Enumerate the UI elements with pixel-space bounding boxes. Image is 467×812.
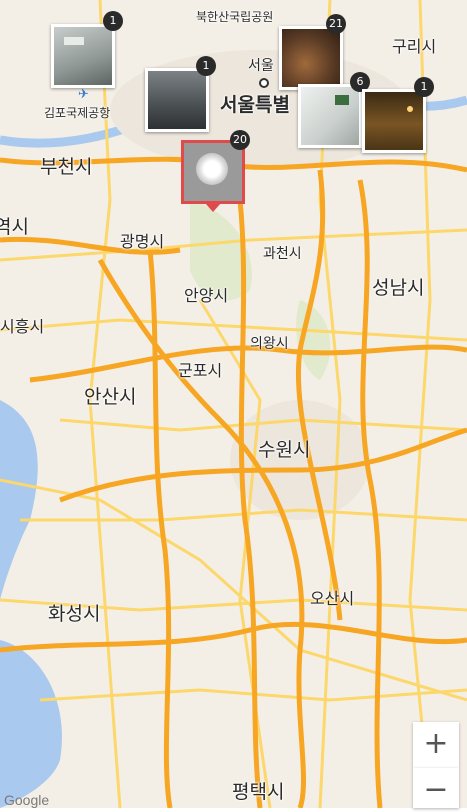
label-hwaseong: 화성시 bbox=[48, 603, 101, 625]
label-suwon: 수원시 bbox=[258, 439, 311, 461]
photo-marker-gimpo[interactable] bbox=[51, 24, 115, 88]
label-gimpo-airport: 김포국제공항 bbox=[44, 106, 111, 120]
label-seongnam: 성남시 bbox=[372, 277, 425, 299]
label-anyang: 안양시 bbox=[184, 286, 229, 305]
label-seoul-small: 서울 bbox=[248, 58, 274, 74]
label-gwacheon: 과천시 bbox=[263, 246, 302, 262]
google-logo: Google bbox=[4, 792, 50, 808]
photo-thumb-room bbox=[365, 92, 423, 150]
label-bukhansan: 북한산국립공원 bbox=[196, 10, 274, 24]
photo-thumb-dining bbox=[282, 29, 340, 87]
selected-photo-marker[interactable] bbox=[181, 140, 245, 212]
city-dot-icon bbox=[259, 78, 269, 88]
photo-marker-street[interactable] bbox=[145, 68, 209, 132]
photo-marker-window[interactable] bbox=[298, 84, 362, 148]
marker-count-badge: 21 bbox=[326, 14, 346, 34]
label-seoul-large: 서울특별 bbox=[220, 94, 290, 116]
label-osan: 오산시 bbox=[310, 589, 355, 608]
photo-thumb-street bbox=[148, 71, 206, 129]
label-gunpo: 군포시 bbox=[178, 361, 223, 380]
marker-count-badge: 20 bbox=[230, 130, 250, 150]
label-incheon-partial: 역시 bbox=[0, 216, 29, 238]
photo-thumb-detail bbox=[64, 37, 84, 45]
photo-marker-dining[interactable] bbox=[279, 26, 343, 90]
marker-count-badge: 1 bbox=[414, 77, 434, 97]
sea-area bbox=[0, 400, 38, 600]
zoom-in-button[interactable]: + bbox=[413, 722, 459, 768]
marker-count-badge: 1 bbox=[196, 56, 216, 76]
label-uiwang: 의왕시 bbox=[250, 336, 289, 352]
zoom-out-button[interactable]: − bbox=[413, 768, 459, 808]
map-canvas[interactable]: 북한산국립공원 구리시 서울 서울특별 ✈ 김포국제공항 부천시 역시 광명시 … bbox=[0, 0, 467, 808]
photo-thumb-detail bbox=[335, 95, 349, 105]
label-guri: 구리시 bbox=[392, 37, 437, 56]
photo-thumb-detail bbox=[407, 106, 413, 112]
label-ansan: 안산시 bbox=[84, 386, 137, 408]
label-bucheon: 부천시 bbox=[40, 156, 93, 178]
photo-marker-room[interactable] bbox=[362, 89, 426, 153]
label-siheung: 시흥시 bbox=[0, 317, 45, 336]
airplane-icon: ✈ bbox=[78, 87, 89, 102]
sea-lower bbox=[0, 640, 62, 808]
label-pyeongtaek: 평택시 bbox=[232, 781, 285, 803]
photo-thumb-window bbox=[301, 87, 359, 145]
photo-thumb-gimpo bbox=[54, 27, 112, 85]
marker-count-badge: 1 bbox=[103, 11, 123, 31]
light-photo-icon bbox=[196, 153, 228, 185]
label-gwangmyeong: 광명시 bbox=[120, 232, 165, 251]
